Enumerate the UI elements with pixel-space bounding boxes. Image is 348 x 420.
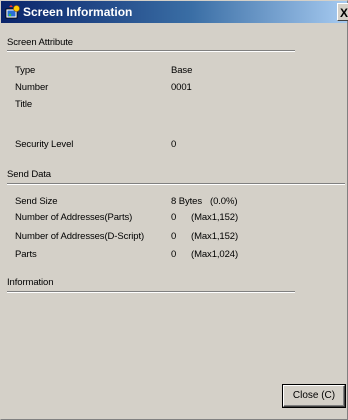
parts-label: Parts: [15, 249, 37, 260]
close-icon: X: [340, 6, 348, 20]
title-bar[interactable]: Screen Information X: [1, 1, 348, 23]
send-data-divider: [7, 183, 345, 185]
send-size-percent: (0.0%): [210, 196, 238, 207]
send-size-label: Send Size: [15, 196, 58, 207]
title-label: Title: [15, 99, 33, 110]
window-title: Screen Information: [23, 5, 133, 19]
addresses-parts-max: (Max1,152): [191, 212, 239, 223]
security-level-value: 0: [171, 139, 177, 150]
parts-value: 0: [171, 249, 177, 260]
parts-max: (Max1,024): [191, 249, 239, 260]
addresses-dscript-value: 0: [171, 231, 177, 242]
addresses-dscript-max: (Max1,152): [191, 231, 239, 242]
number-value: 0001: [171, 82, 192, 93]
screen-information-dialog: Screen Information X Screen Attribute Ty…: [0, 0, 348, 420]
addresses-parts-label: Number of Addresses(Parts): [15, 212, 133, 223]
information-divider: [7, 291, 295, 293]
screen-attribute-divider: [7, 50, 295, 52]
information-heading: Information: [7, 277, 54, 288]
type-value: Base: [171, 65, 193, 76]
screen-info-icon: [5, 5, 20, 19]
close-window-button[interactable]: X: [337, 3, 348, 21]
addresses-parts-value: 0: [171, 212, 177, 223]
send-data-heading: Send Data: [7, 169, 51, 180]
type-label: Type: [15, 65, 36, 76]
security-level-label: Security Level: [15, 139, 74, 150]
addresses-dscript-label: Number of Addresses(D-Script): [15, 231, 145, 242]
screen-attribute-heading: Screen Attribute: [7, 37, 73, 48]
close-button[interactable]: Close (C): [283, 385, 345, 407]
send-size-value: 8 Bytes: [171, 196, 202, 207]
number-label: Number: [15, 82, 49, 93]
